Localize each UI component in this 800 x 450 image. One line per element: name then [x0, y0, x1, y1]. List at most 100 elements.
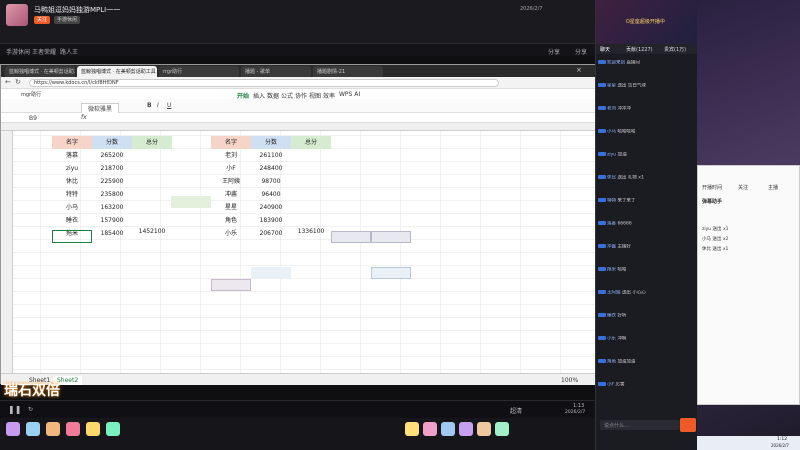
table2-score-cell[interactable]: 98700: [251, 175, 291, 188]
gift-icon[interactable]: [26, 422, 40, 436]
menu-item[interactable]: WPS AI: [339, 91, 360, 98]
zoom-level[interactable]: 100%: [561, 377, 578, 384]
column-headers: [1, 123, 596, 131]
table2-score-cell[interactable]: 240900: [251, 201, 291, 214]
table2-name-cell[interactable]: 小F: [211, 162, 251, 175]
table2-name-cell[interactable]: 老刘: [211, 149, 251, 162]
share-link-2[interactable]: 分享: [575, 47, 587, 56]
chat-username[interactable]: 小马: [607, 130, 616, 135]
share-link[interactable]: 分享: [548, 47, 560, 56]
chat-username[interactable]: 落慕: [607, 222, 616, 227]
category-tag[interactable]: 手游休闲: [53, 16, 80, 24]
table2-score-cell[interactable]: 248400: [251, 162, 291, 175]
table2-name-cell[interactable]: 小乐: [211, 227, 251, 240]
table2-score-cell[interactable]: 261100: [251, 149, 291, 162]
doc-title[interactable]: mgr助行: [21, 91, 41, 98]
chat-username[interactable]: 欢迎来到: [607, 61, 625, 66]
helper-tab[interactable]: 主播: [768, 184, 778, 191]
bold-icon[interactable]: B: [147, 102, 152, 109]
selected-cell[interactable]: [52, 230, 92, 243]
streamer-avatar[interactable]: [6, 4, 28, 26]
table2-name-cell[interactable]: 王阿姨: [211, 175, 251, 188]
reload-icon[interactable]: ↻: [15, 78, 21, 86]
back-icon[interactable]: ←: [5, 78, 11, 86]
chat-username[interactable]: 休比: [607, 176, 616, 181]
nav-item[interactable]: 王者荣耀: [32, 47, 56, 56]
t2-total-value[interactable]: 1336100: [291, 225, 331, 238]
nav-item[interactable]: 手游休闲: [6, 47, 30, 56]
table1-name-cell[interactable]: 睡衣: [52, 214, 92, 227]
chat-username[interactable]: ziyu: [607, 153, 616, 158]
table2-score-cell[interactable]: 96400: [251, 188, 291, 201]
gift-icon[interactable]: [423, 422, 437, 436]
t2-header-name[interactable]: 名字: [211, 136, 251, 149]
table1-score-cell[interactable]: 157900: [92, 214, 132, 227]
chat-username[interactable]: 星星: [607, 84, 616, 89]
chat-username[interactable]: 王阿姨: [607, 291, 621, 296]
gift-icon[interactable]: [6, 422, 20, 436]
table1-name-cell[interactable]: ziyu: [52, 162, 92, 175]
italic-icon[interactable]: I: [157, 102, 159, 109]
table2-score-cell[interactable]: 183900: [251, 214, 291, 227]
fan-badge-icon: [598, 129, 606, 133]
gift-icon[interactable]: [495, 422, 509, 436]
table1-name-cell[interactable]: 落慕: [52, 149, 92, 162]
url-input[interactable]: https://www.kdocs.cn/l/ckf8HfDNF: [29, 79, 499, 87]
t1-header-name[interactable]: 名字: [52, 136, 92, 149]
table1-score-cell[interactable]: 225900: [92, 175, 132, 188]
t2-header-score[interactable]: 分数: [251, 136, 291, 149]
gift-icon[interactable]: [106, 422, 120, 436]
table1-score-cell[interactable]: 185400: [92, 227, 132, 240]
table2-name-cell[interactable]: 角色: [211, 214, 251, 227]
table1-score-cell[interactable]: 265200: [92, 149, 132, 162]
table1-name-cell[interactable]: 特特: [52, 188, 92, 201]
refresh-icon[interactable]: ↻: [28, 406, 33, 413]
browser-tab[interactable]: rrgr助行: [159, 66, 239, 77]
follow-button[interactable]: 关注: [34, 16, 51, 24]
chat-username[interactable]: 小乐: [607, 337, 616, 342]
chat-tab[interactable]: 贵宾(1万): [664, 46, 686, 53]
table1-name-cell[interactable]: 小马: [52, 201, 92, 214]
cell-reference[interactable]: B9: [29, 115, 37, 122]
table1-name-cell[interactable]: 休比: [52, 175, 92, 188]
t1-header-total[interactable]: 总分: [132, 136, 172, 149]
browser-tab[interactable]: 播题剧情-21: [313, 66, 383, 77]
quality-select[interactable]: 超清: [510, 406, 522, 415]
chat-tab[interactable]: 贡献(1227): [626, 46, 653, 53]
gift-icon[interactable]: [459, 422, 473, 436]
helper-tab[interactable]: 开播时间: [702, 184, 722, 191]
t1-total-value[interactable]: 1452100: [132, 225, 172, 238]
table1-score-cell[interactable]: 235800: [92, 188, 132, 201]
table1-score-cell[interactable]: 218700: [92, 162, 132, 175]
chat-input[interactable]: 说点什么...: [600, 420, 680, 430]
nav-item[interactable]: 路人王: [60, 47, 78, 56]
browser-tab-active[interactable]: 蓝鲸独唱博式 · 在美顿剪话助工具: [77, 66, 157, 77]
browser-tab[interactable]: 蓝鲸独唱博式 · 在美顿剪话助工具: [5, 66, 75, 77]
helper-tab[interactable]: 关注: [738, 184, 748, 191]
chat-username[interactable]: 角色: [607, 360, 616, 365]
underline-icon[interactable]: U: [167, 102, 171, 109]
send-button[interactable]: [680, 418, 696, 432]
table2-name-cell[interactable]: 星星: [211, 201, 251, 214]
gift-icon[interactable]: [86, 422, 100, 436]
pause-icon[interactable]: ❚❚: [8, 405, 21, 414]
table1-score-cell[interactable]: 163200: [92, 201, 132, 214]
gift-icon[interactable]: [66, 422, 80, 436]
chat-username[interactable]: 特特: [607, 199, 616, 204]
chat-tab[interactable]: 聊天: [600, 46, 610, 53]
chat-username[interactable]: 拖米: [607, 268, 616, 273]
table2-name-cell[interactable]: 冲酱: [211, 188, 251, 201]
close-icon[interactable]: ×: [576, 66, 582, 74]
chat-username[interactable]: 冲酱: [607, 245, 616, 250]
gift-icon[interactable]: [405, 422, 419, 436]
gift-icon[interactable]: [477, 422, 491, 436]
t2-header-total[interactable]: 总分: [291, 136, 331, 149]
gift-icon[interactable]: [46, 422, 60, 436]
gift-icon[interactable]: [441, 422, 455, 436]
browser-tab[interactable]: 播题 - 歌单: [241, 66, 311, 77]
t1-header-score[interactable]: 分数: [92, 136, 132, 149]
chat-username[interactable]: 睡衣: [607, 314, 616, 319]
chat-username[interactable]: 小F: [607, 383, 614, 388]
chat-username[interactable]: 老刘: [607, 107, 616, 112]
table2-score-cell[interactable]: 206700: [251, 227, 291, 240]
